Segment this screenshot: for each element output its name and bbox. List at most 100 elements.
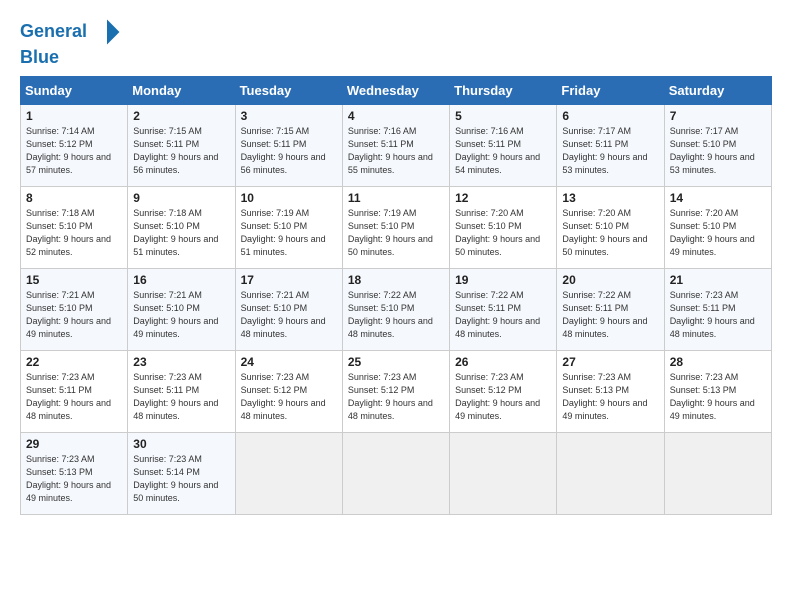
day-info: Sunrise: 7:23 AM Sunset: 5:14 PM Dayligh… — [133, 453, 229, 505]
logo-icon — [91, 16, 123, 48]
calendar-cell: 1 Sunrise: 7:14 AM Sunset: 5:12 PM Dayli… — [21, 104, 128, 186]
calendar-cell: 16 Sunrise: 7:21 AM Sunset: 5:10 PM Dayl… — [128, 268, 235, 350]
day-number: 25 — [348, 355, 444, 369]
day-info: Sunrise: 7:23 AM Sunset: 5:13 PM Dayligh… — [670, 371, 766, 423]
day-number: 1 — [26, 109, 122, 123]
day-number: 29 — [26, 437, 122, 451]
day-number: 8 — [26, 191, 122, 205]
calendar-cell: 2 Sunrise: 7:15 AM Sunset: 5:11 PM Dayli… — [128, 104, 235, 186]
calendar-cell: 27 Sunrise: 7:23 AM Sunset: 5:13 PM Dayl… — [557, 350, 664, 432]
calendar-week-row: 1 Sunrise: 7:14 AM Sunset: 5:12 PM Dayli… — [21, 104, 772, 186]
day-info: Sunrise: 7:21 AM Sunset: 5:10 PM Dayligh… — [26, 289, 122, 341]
day-number: 22 — [26, 355, 122, 369]
day-info: Sunrise: 7:22 AM Sunset: 5:11 PM Dayligh… — [562, 289, 658, 341]
calendar-cell: 4 Sunrise: 7:16 AM Sunset: 5:11 PM Dayli… — [342, 104, 449, 186]
calendar-cell: 24 Sunrise: 7:23 AM Sunset: 5:12 PM Dayl… — [235, 350, 342, 432]
day-number: 6 — [562, 109, 658, 123]
day-info: Sunrise: 7:23 AM Sunset: 5:11 PM Dayligh… — [26, 371, 122, 423]
calendar-cell: 25 Sunrise: 7:23 AM Sunset: 5:12 PM Dayl… — [342, 350, 449, 432]
calendar-cell: 20 Sunrise: 7:22 AM Sunset: 5:11 PM Dayl… — [557, 268, 664, 350]
calendar-week-row: 29 Sunrise: 7:23 AM Sunset: 5:13 PM Dayl… — [21, 432, 772, 514]
calendar-cell: 12 Sunrise: 7:20 AM Sunset: 5:10 PM Dayl… — [450, 186, 557, 268]
day-info: Sunrise: 7:18 AM Sunset: 5:10 PM Dayligh… — [26, 207, 122, 259]
day-info: Sunrise: 7:21 AM Sunset: 5:10 PM Dayligh… — [133, 289, 229, 341]
page: General Blue SundayMondayTuesdayWednesda… — [0, 0, 792, 612]
day-info: Sunrise: 7:15 AM Sunset: 5:11 PM Dayligh… — [241, 125, 337, 177]
calendar-cell: 14 Sunrise: 7:20 AM Sunset: 5:10 PM Dayl… — [664, 186, 771, 268]
day-info: Sunrise: 7:20 AM Sunset: 5:10 PM Dayligh… — [562, 207, 658, 259]
calendar-cell: 10 Sunrise: 7:19 AM Sunset: 5:10 PM Dayl… — [235, 186, 342, 268]
calendar-cell: 17 Sunrise: 7:21 AM Sunset: 5:10 PM Dayl… — [235, 268, 342, 350]
logo-blue: Blue — [20, 48, 123, 68]
calendar-cell: 21 Sunrise: 7:23 AM Sunset: 5:11 PM Dayl… — [664, 268, 771, 350]
calendar-cell: 26 Sunrise: 7:23 AM Sunset: 5:12 PM Dayl… — [450, 350, 557, 432]
weekday-header-cell: Wednesday — [342, 76, 449, 104]
calendar-cell: 19 Sunrise: 7:22 AM Sunset: 5:11 PM Dayl… — [450, 268, 557, 350]
calendar-week-row: 15 Sunrise: 7:21 AM Sunset: 5:10 PM Dayl… — [21, 268, 772, 350]
day-number: 17 — [241, 273, 337, 287]
day-info: Sunrise: 7:23 AM Sunset: 5:13 PM Dayligh… — [26, 453, 122, 505]
day-info: Sunrise: 7:16 AM Sunset: 5:11 PM Dayligh… — [348, 125, 444, 177]
day-info: Sunrise: 7:23 AM Sunset: 5:12 PM Dayligh… — [455, 371, 551, 423]
day-number: 4 — [348, 109, 444, 123]
calendar-cell: 22 Sunrise: 7:23 AM Sunset: 5:11 PM Dayl… — [21, 350, 128, 432]
calendar-cell: 30 Sunrise: 7:23 AM Sunset: 5:14 PM Dayl… — [128, 432, 235, 514]
day-info: Sunrise: 7:18 AM Sunset: 5:10 PM Dayligh… — [133, 207, 229, 259]
calendar-table: SundayMondayTuesdayWednesdayThursdayFrid… — [20, 76, 772, 515]
day-number: 10 — [241, 191, 337, 205]
day-info: Sunrise: 7:16 AM Sunset: 5:11 PM Dayligh… — [455, 125, 551, 177]
day-number: 28 — [670, 355, 766, 369]
weekday-header-cell: Thursday — [450, 76, 557, 104]
weekday-header-cell: Monday — [128, 76, 235, 104]
weekday-header-cell: Tuesday — [235, 76, 342, 104]
day-info: Sunrise: 7:17 AM Sunset: 5:11 PM Dayligh… — [562, 125, 658, 177]
day-info: Sunrise: 7:19 AM Sunset: 5:10 PM Dayligh… — [241, 207, 337, 259]
day-info: Sunrise: 7:23 AM Sunset: 5:12 PM Dayligh… — [241, 371, 337, 423]
weekday-header-row: SundayMondayTuesdayWednesdayThursdayFrid… — [21, 76, 772, 104]
day-number: 11 — [348, 191, 444, 205]
day-number: 27 — [562, 355, 658, 369]
day-info: Sunrise: 7:23 AM Sunset: 5:12 PM Dayligh… — [348, 371, 444, 423]
day-info: Sunrise: 7:20 AM Sunset: 5:10 PM Dayligh… — [670, 207, 766, 259]
day-info: Sunrise: 7:22 AM Sunset: 5:10 PM Dayligh… — [348, 289, 444, 341]
weekday-header-cell: Sunday — [21, 76, 128, 104]
calendar-week-row: 22 Sunrise: 7:23 AM Sunset: 5:11 PM Dayl… — [21, 350, 772, 432]
calendar-cell — [235, 432, 342, 514]
logo: General Blue — [20, 16, 123, 68]
day-number: 23 — [133, 355, 229, 369]
day-number: 13 — [562, 191, 658, 205]
day-number: 5 — [455, 109, 551, 123]
calendar-cell — [664, 432, 771, 514]
day-info: Sunrise: 7:23 AM Sunset: 5:11 PM Dayligh… — [133, 371, 229, 423]
calendar-cell — [557, 432, 664, 514]
day-info: Sunrise: 7:17 AM Sunset: 5:10 PM Dayligh… — [670, 125, 766, 177]
day-number: 20 — [562, 273, 658, 287]
logo-text: General — [20, 22, 87, 42]
day-info: Sunrise: 7:15 AM Sunset: 5:11 PM Dayligh… — [133, 125, 229, 177]
day-info: Sunrise: 7:21 AM Sunset: 5:10 PM Dayligh… — [241, 289, 337, 341]
weekday-header-cell: Saturday — [664, 76, 771, 104]
calendar-cell: 28 Sunrise: 7:23 AM Sunset: 5:13 PM Dayl… — [664, 350, 771, 432]
calendar-cell: 15 Sunrise: 7:21 AM Sunset: 5:10 PM Dayl… — [21, 268, 128, 350]
calendar-cell: 13 Sunrise: 7:20 AM Sunset: 5:10 PM Dayl… — [557, 186, 664, 268]
day-number: 9 — [133, 191, 229, 205]
calendar-cell: 3 Sunrise: 7:15 AM Sunset: 5:11 PM Dayli… — [235, 104, 342, 186]
day-number: 24 — [241, 355, 337, 369]
day-number: 14 — [670, 191, 766, 205]
calendar-cell: 11 Sunrise: 7:19 AM Sunset: 5:10 PM Dayl… — [342, 186, 449, 268]
calendar-cell: 8 Sunrise: 7:18 AM Sunset: 5:10 PM Dayli… — [21, 186, 128, 268]
calendar-week-row: 8 Sunrise: 7:18 AM Sunset: 5:10 PM Dayli… — [21, 186, 772, 268]
calendar-cell: 23 Sunrise: 7:23 AM Sunset: 5:11 PM Dayl… — [128, 350, 235, 432]
day-number: 3 — [241, 109, 337, 123]
calendar-cell: 18 Sunrise: 7:22 AM Sunset: 5:10 PM Dayl… — [342, 268, 449, 350]
day-number: 26 — [455, 355, 551, 369]
day-number: 7 — [670, 109, 766, 123]
day-info: Sunrise: 7:23 AM Sunset: 5:13 PM Dayligh… — [562, 371, 658, 423]
day-info: Sunrise: 7:22 AM Sunset: 5:11 PM Dayligh… — [455, 289, 551, 341]
calendar-cell: 5 Sunrise: 7:16 AM Sunset: 5:11 PM Dayli… — [450, 104, 557, 186]
day-number: 30 — [133, 437, 229, 451]
day-number: 21 — [670, 273, 766, 287]
header: General Blue — [20, 16, 772, 68]
day-info: Sunrise: 7:19 AM Sunset: 5:10 PM Dayligh… — [348, 207, 444, 259]
calendar-cell: 29 Sunrise: 7:23 AM Sunset: 5:13 PM Dayl… — [21, 432, 128, 514]
